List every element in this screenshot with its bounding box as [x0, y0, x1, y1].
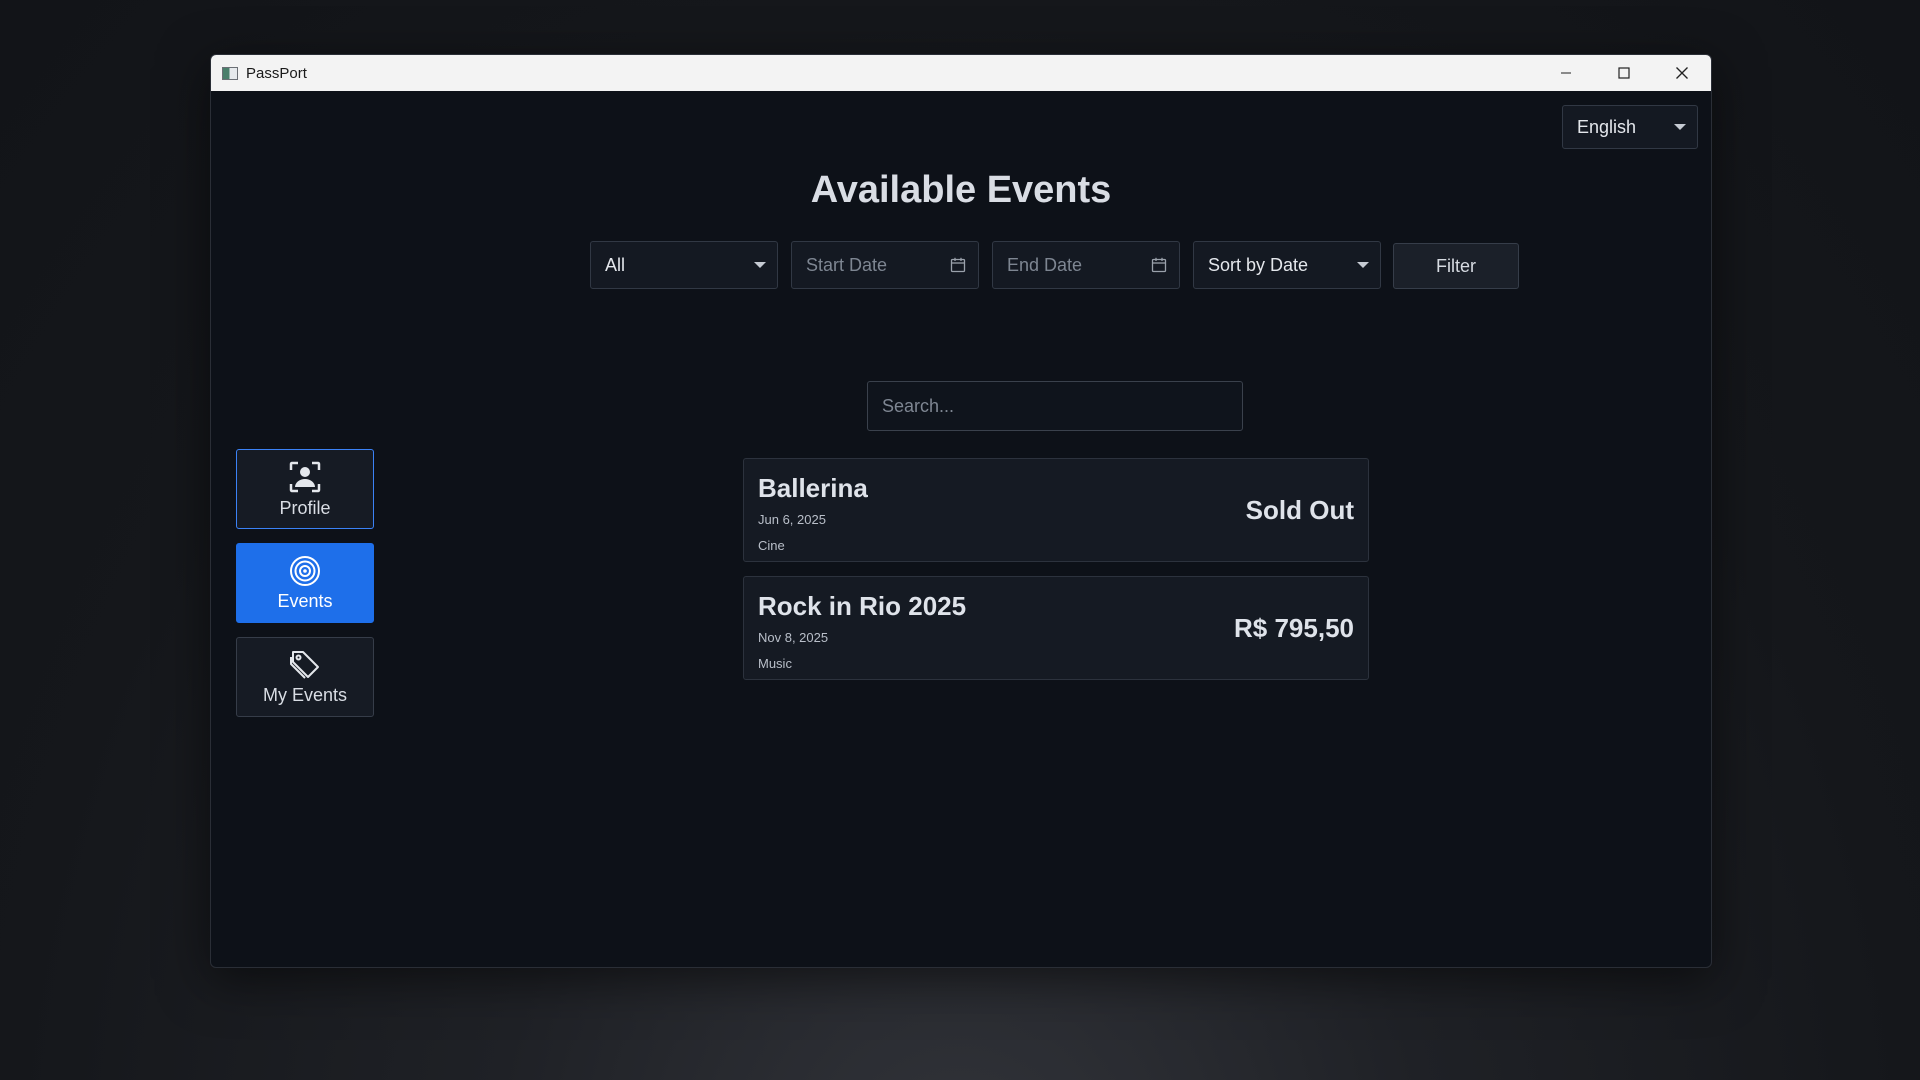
app-window: PassPort English Available Events All St…	[210, 54, 1712, 968]
calendar-icon	[1151, 257, 1167, 273]
category-value: All	[605, 254, 626, 275]
category-select[interactable]: All	[590, 241, 778, 289]
event-date: Nov 8, 2025	[758, 630, 829, 645]
profile-icon	[289, 461, 321, 492]
event-name: Rock in Rio 2025	[758, 591, 967, 621]
start-date-placeholder: Start Date	[806, 254, 888, 275]
maximize-button[interactable]	[1595, 55, 1653, 91]
sidebar-item-my-events[interactable]: My Events	[236, 637, 374, 717]
close-icon	[1676, 67, 1688, 79]
minimize-icon	[1561, 72, 1571, 74]
event-date: Jun 6, 2025	[758, 512, 826, 527]
language-select[interactable]: English	[1562, 105, 1698, 149]
tags-icon	[290, 650, 319, 679]
window-title: PassPort	[246, 64, 307, 82]
chevron-down-icon	[754, 262, 766, 268]
search-input[interactable]	[867, 381, 1243, 431]
end-date-picker[interactable]: End Date	[992, 241, 1180, 289]
event-card[interactable]: Rock in Rio 2025 Nov 8, 2025 Music R$ 79…	[743, 576, 1369, 680]
minimize-button[interactable]	[1537, 55, 1595, 91]
language-value: English	[1577, 116, 1637, 137]
event-category: Cine	[758, 538, 785, 553]
window-controls	[1537, 55, 1711, 91]
event-category: Music	[758, 656, 792, 671]
end-date-placeholder: End Date	[1007, 254, 1083, 275]
page-title: Available Events	[810, 169, 1112, 211]
event-card[interactable]: Ballerina Jun 6, 2025 Cine Sold Out	[743, 458, 1369, 562]
sort-value: Sort by Date	[1208, 254, 1309, 275]
chevron-down-icon	[1357, 262, 1369, 268]
sidebar-item-events[interactable]: Events	[236, 543, 374, 623]
start-date-picker[interactable]: Start Date	[791, 241, 979, 289]
sidebar-item-profile[interactable]: Profile	[236, 449, 374, 529]
maximize-icon	[1618, 67, 1630, 79]
chevron-down-icon	[1674, 124, 1686, 130]
app-icon	[222, 66, 238, 80]
event-name: Ballerina	[758, 473, 868, 503]
sidebar-item-label: Profile	[279, 497, 331, 518]
events-icon	[290, 555, 320, 586]
main-content: English Available Events All Start Date …	[211, 91, 1711, 967]
sidebar-item-label: My Events	[262, 684, 348, 705]
title-bar[interactable]: PassPort	[211, 55, 1711, 91]
filter-button[interactable]: Filter	[1393, 243, 1519, 289]
sort-select[interactable]: Sort by Date	[1193, 241, 1381, 289]
event-price: R$ 795,50	[1234, 613, 1354, 643]
close-button[interactable]	[1653, 55, 1711, 91]
event-price: Sold Out	[1245, 495, 1354, 525]
calendar-icon	[950, 257, 966, 273]
sidebar-item-label: Events	[277, 590, 333, 611]
